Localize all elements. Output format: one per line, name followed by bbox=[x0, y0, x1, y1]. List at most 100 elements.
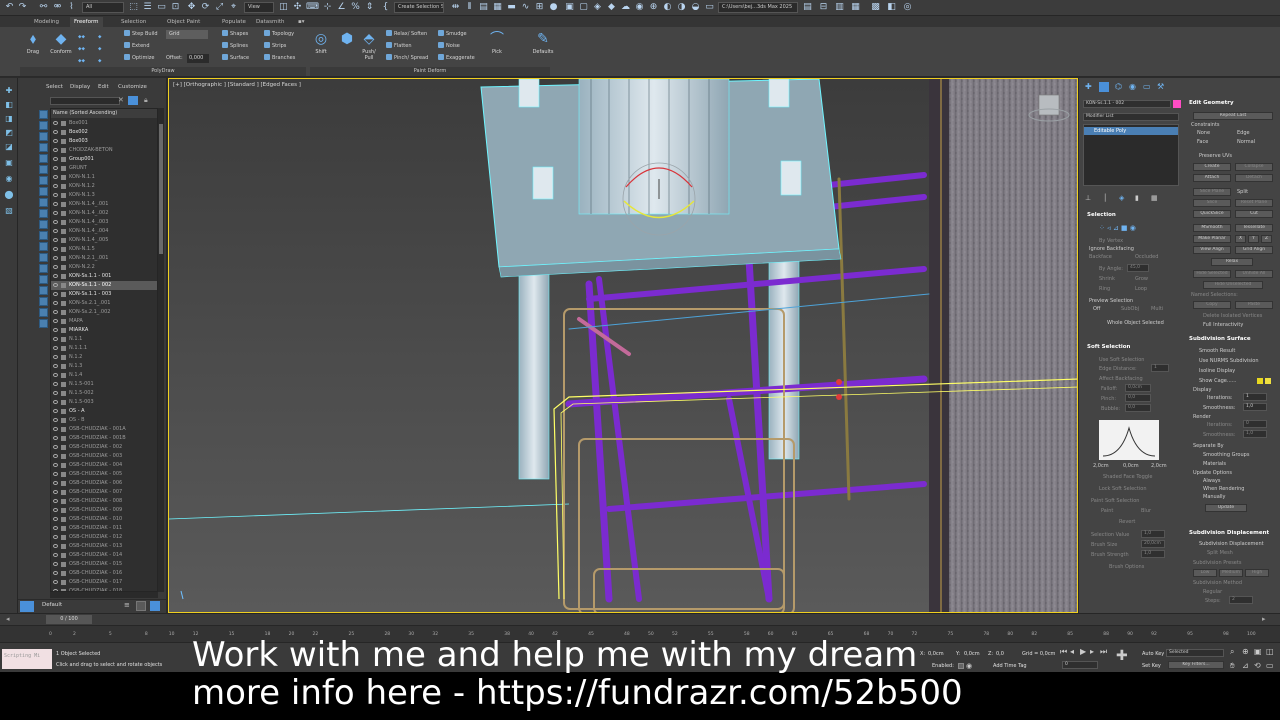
create-tab-icon[interactable]: ✚ bbox=[1085, 82, 1092, 91]
align-icon[interactable]: ⫴ bbox=[464, 2, 475, 13]
stack-item-editable-poly[interactable]: Editable Poly bbox=[1084, 127, 1178, 135]
viewport[interactable]: [+] [Orthographic ] [Standard ] [Edged F… bbox=[168, 78, 1078, 613]
layer-explorer-icon[interactable] bbox=[20, 601, 34, 612]
make-planar-button[interactable]: Make Planar bbox=[1193, 235, 1231, 243]
visibility-eye-icon[interactable] bbox=[53, 166, 58, 170]
scene-tree-row[interactable]: Box002 bbox=[51, 128, 157, 137]
select-by-name-icon[interactable]: ☰ bbox=[142, 2, 153, 13]
timeline-left-arrow-icon[interactable]: ◂ bbox=[6, 615, 10, 623]
material-editor-icon[interactable]: ● bbox=[548, 2, 559, 13]
brush-icon-4[interactable]: ⬥ bbox=[98, 33, 102, 42]
brush-size-input[interactable]: 20,0cm bbox=[1141, 540, 1165, 548]
full-interactivity-checkbox[interactable]: Full Interactivity bbox=[1203, 322, 1243, 328]
by-angle-label[interactable]: By Angle: bbox=[1099, 266, 1123, 272]
polydraw-panel-label[interactable]: PolyDraw bbox=[20, 67, 306, 76]
delete-isolated-checkbox[interactable]: Delete Isolated Vertices bbox=[1203, 313, 1262, 319]
select-move-icon[interactable]: ✥ bbox=[186, 2, 197, 13]
ring-button[interactable]: Ring bbox=[1099, 286, 1110, 292]
preview-off-radio[interactable]: Off bbox=[1093, 306, 1100, 312]
object-name-input[interactable]: KON-Ss.1.1 - 002 bbox=[1083, 100, 1171, 108]
lock-soft-checkbox[interactable]: Lock Soft Selection bbox=[1099, 486, 1147, 492]
scene-tree-row[interactable]: KON-Ss.2.1_.001 bbox=[51, 299, 157, 308]
render-iterations-input[interactable]: 0 bbox=[1243, 420, 1267, 428]
optimize-button[interactable]: Optimize bbox=[124, 54, 154, 63]
scene-tree-row[interactable]: KON-Ss.1.1 - 003 bbox=[51, 290, 157, 299]
set-project-icon[interactable]: ⊟ bbox=[818, 2, 829, 13]
grid-align-button[interactable]: Grid Align bbox=[1235, 246, 1273, 254]
update-manually-radio[interactable]: Manually bbox=[1203, 494, 1226, 500]
mirror-icon[interactable]: ⇹ bbox=[450, 2, 461, 13]
scene-filter-icon[interactable] bbox=[39, 242, 48, 251]
affect-backfacing-checkbox[interactable]: Affect Backfacing bbox=[1099, 376, 1143, 382]
toggle-scene-explorer-icon[interactable]: ▤ bbox=[478, 2, 489, 13]
scene-tree-row[interactable]: OSB-CHUDZIAK - 015 bbox=[51, 560, 157, 569]
field-of-view-icon[interactable]: ⊿ bbox=[1242, 661, 1249, 670]
visibility-eye-icon[interactable] bbox=[53, 454, 58, 458]
scene-icon-5[interactable]: ▣ bbox=[4, 158, 14, 168]
visibility-eye-icon[interactable] bbox=[53, 193, 58, 197]
edit-geometry-title[interactable]: Edit Geometry bbox=[1189, 100, 1234, 106]
scene-tree-row[interactable]: OSB-CHUDZIAK - 004 bbox=[51, 461, 157, 470]
edge-distance-input[interactable]: 1 bbox=[1151, 364, 1169, 372]
render-active-icon[interactable]: ◆ bbox=[606, 2, 617, 13]
percent-snap-icon[interactable]: % bbox=[350, 2, 361, 13]
shrink-button[interactable]: Shrink bbox=[1099, 276, 1115, 282]
scene-filter-icon[interactable] bbox=[39, 209, 48, 218]
detach-button[interactable]: Detach bbox=[1235, 174, 1273, 182]
scene-icon-6[interactable]: ◉ bbox=[4, 174, 14, 184]
constraint-face-radio[interactable]: Face bbox=[1197, 139, 1208, 145]
topology-button[interactable]: Topology bbox=[264, 30, 294, 39]
visibility-eye-icon[interactable] bbox=[53, 463, 58, 467]
tab-freeform[interactable]: Freeform bbox=[70, 17, 103, 27]
modify-tab-icon[interactable] bbox=[1099, 82, 1109, 92]
visibility-eye-icon[interactable] bbox=[53, 148, 58, 152]
timeline-right-arrow-icon[interactable]: ▸ bbox=[1262, 615, 1266, 623]
zoom-icon[interactable]: ⌕ bbox=[1230, 647, 1234, 657]
scene-tree-row[interactable]: KON-Ss.2.1_.002 bbox=[51, 308, 157, 317]
shaded-face-toggle[interactable]: Shaded Face Toggle bbox=[1103, 474, 1152, 480]
subobject-icons[interactable]: ⁘ ◃ ⊿ ■ ◉ bbox=[1099, 224, 1136, 232]
visibility-eye-icon[interactable] bbox=[53, 247, 58, 251]
selection-value-input[interactable]: 1,0 bbox=[1141, 530, 1165, 538]
time-slider[interactable]: 0 / 100 ◂ ▸ bbox=[0, 613, 1280, 625]
scene-filter-icon[interactable] bbox=[39, 165, 48, 174]
visibility-eye-icon[interactable] bbox=[53, 256, 58, 260]
scene-tree-row[interactable]: KON-N.1.4_.002 bbox=[51, 209, 157, 218]
scene-filter-icon[interactable] bbox=[39, 264, 48, 273]
scene-tree-row[interactable]: KON-N.1.4_.003 bbox=[51, 218, 157, 227]
render-setup-icon[interactable]: ▣ bbox=[564, 2, 575, 13]
scene-icon-8[interactable]: ▧ bbox=[4, 206, 14, 216]
preset-low-button[interactable]: Low bbox=[1193, 569, 1217, 577]
folder-icon[interactable]: ▭ bbox=[704, 2, 715, 13]
scene-filter-icon[interactable] bbox=[39, 308, 48, 317]
scene-tree-row[interactable]: OSB-CHUDZIAK - 002 bbox=[51, 443, 157, 452]
scene-icon-2[interactable]: ◨ bbox=[4, 114, 14, 124]
se-menu-select[interactable]: Select bbox=[46, 84, 63, 90]
se-search-input[interactable] bbox=[50, 97, 120, 105]
branches-button[interactable]: Branches bbox=[264, 54, 295, 63]
angle-snap-icon[interactable]: ∠ bbox=[336, 2, 347, 13]
shapes-button[interactable]: Shapes bbox=[222, 30, 248, 39]
scene-tree-row[interactable]: GRUNT bbox=[51, 164, 157, 173]
update-when-rendering-radio[interactable]: When Rendering bbox=[1203, 486, 1244, 492]
scene-tree[interactable]: Name (Sorted Ascending) Box001 Box002 Box0… bbox=[50, 108, 158, 592]
visibility-eye-icon[interactable] bbox=[53, 355, 58, 359]
bind-space-warp-icon[interactable]: ⌇ bbox=[66, 2, 77, 13]
grow-button[interactable]: Grow bbox=[1135, 276, 1148, 282]
visibility-eye-icon[interactable] bbox=[53, 373, 58, 377]
scene-tree-row[interactable]: Box001 bbox=[51, 119, 157, 128]
scene-tree-row[interactable]: KON-Ss.1.1 - 002 bbox=[51, 281, 157, 290]
pinch-spread-button[interactable]: Pinch/ Spread bbox=[386, 54, 428, 63]
pick-button[interactable]: ⌒ Pick bbox=[486, 31, 508, 55]
orbit-icon[interactable]: ⟲ bbox=[1254, 661, 1261, 670]
visibility-eye-icon[interactable] bbox=[53, 562, 58, 566]
relax-soften-button[interactable]: Relax/ Soften bbox=[386, 30, 427, 39]
scene-tree-row[interactable]: OSB-CHUDZIAK - 008 bbox=[51, 497, 157, 506]
scene-filter-icon[interactable] bbox=[39, 176, 48, 185]
se-clear-icon[interactable]: ✕ bbox=[118, 96, 124, 104]
undo-icon[interactable]: ↶ bbox=[4, 2, 15, 13]
scene-tree-row[interactable]: KON-N.1.4_.004 bbox=[51, 227, 157, 236]
time-slider-thumb[interactable]: 0 / 100 bbox=[46, 615, 92, 624]
scene-tree-row[interactable]: KON-N.2.2 bbox=[51, 263, 157, 272]
brush-icon-6[interactable]: ⬥ bbox=[98, 57, 102, 66]
